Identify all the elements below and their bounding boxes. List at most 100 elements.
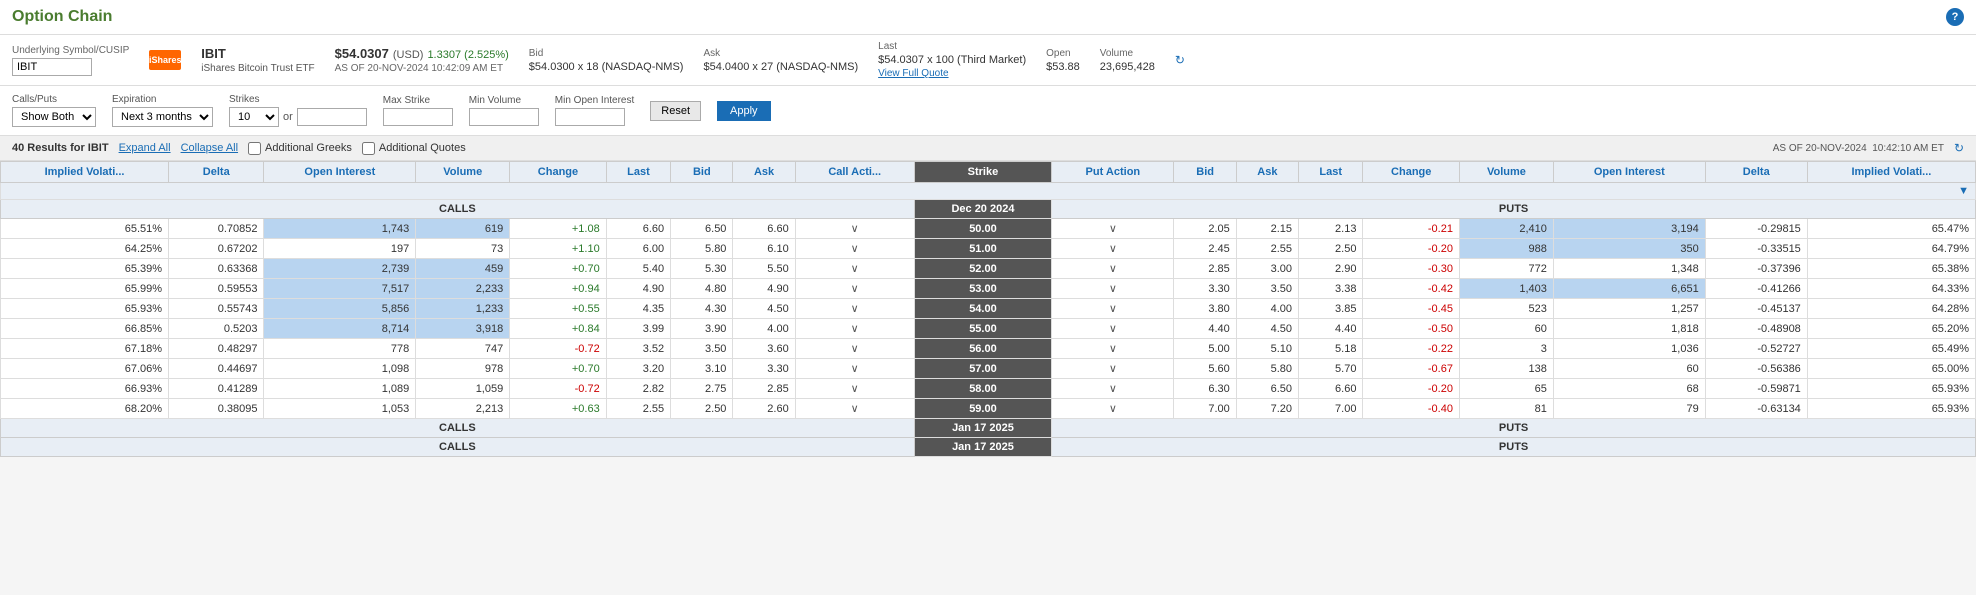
volume-call: 1,233 <box>416 299 510 319</box>
call-action[interactable]: ∨ <box>795 299 914 319</box>
volume-call: 2,213 <box>416 399 510 419</box>
expand-section-arrow[interactable]: ▼ <box>1958 185 1969 197</box>
refresh-icon[interactable]: ↻ <box>1175 53 1185 67</box>
ask-call: 6.10 <box>733 239 795 259</box>
calls-section-header: CALLS <box>1 438 915 457</box>
call-action[interactable]: ∨ <box>795 399 914 419</box>
call-action[interactable]: ∨ <box>795 279 914 299</box>
collapse-all-link[interactable]: Collapse All <box>181 142 238 154</box>
max-strike-input[interactable] <box>383 108 453 126</box>
help-icon[interactable]: ? <box>1946 8 1964 26</box>
filter-bar: Calls/Puts Show Both Calls Only Puts Onl… <box>0 86 1976 136</box>
put-action[interactable]: ∨ <box>1052 299 1174 319</box>
additional-greeks-checkbox[interactable] <box>248 142 261 155</box>
calls-puts-filter: Calls/Puts Show Both Calls Only Puts Onl… <box>12 94 96 127</box>
last-call: 4.35 <box>606 299 670 319</box>
col-put-action: Put Action <box>1052 162 1174 183</box>
implied-vol-call: 65.93% <box>1 299 169 319</box>
change-put: -0.40 <box>1363 399 1460 419</box>
call-action[interactable]: ∨ <box>795 219 914 239</box>
view-full-quote-link[interactable]: View Full Quote <box>878 68 1026 79</box>
strike-value: 58.00 <box>914 379 1052 399</box>
bid-put: 5.60 <box>1174 359 1236 379</box>
ask-value: $54.0400 x 27 (NASDAQ-NMS) <box>703 61 858 73</box>
ask-call: 3.60 <box>733 339 795 359</box>
ask-put: 5.10 <box>1236 339 1298 359</box>
ask-put: 4.00 <box>1236 299 1298 319</box>
last-put: 4.40 <box>1299 319 1363 339</box>
implied-vol-call: 66.93% <box>1 379 169 399</box>
bid-put: 7.00 <box>1174 399 1236 419</box>
results-refresh-icon[interactable]: ↻ <box>1954 141 1964 155</box>
additional-greeks-checkbox-group[interactable]: Additional Greeks <box>248 142 352 155</box>
call-action[interactable]: ∨ <box>795 359 914 379</box>
last-call: 3.20 <box>606 359 670 379</box>
col-bid-puts: Bid <box>1174 162 1236 183</box>
expiration-filter: Expiration Next 3 months Next month All <box>112 94 213 127</box>
put-action[interactable]: ∨ <box>1052 279 1174 299</box>
option-chain-table: Implied Volati... Delta Open Interest Vo… <box>0 161 1976 457</box>
col-delta-puts: Delta <box>1705 162 1807 183</box>
call-action[interactable]: ∨ <box>795 239 914 259</box>
calls-puts-select[interactable]: Show Both Calls Only Puts Only <box>12 107 96 127</box>
date-header: Dec 20 2024 <box>914 200 1052 219</box>
min-volume-input[interactable] <box>469 108 539 126</box>
last-call: 2.55 <box>606 399 670 419</box>
bid-call: 3.50 <box>671 339 733 359</box>
change-call: -0.72 <box>510 379 607 399</box>
implied-vol-call: 65.99% <box>1 279 169 299</box>
ask-put: 5.80 <box>1236 359 1298 379</box>
call-action[interactable]: ∨ <box>795 319 914 339</box>
quote-main: IBIT iShares Bitcoin Trust ETF <box>201 46 314 74</box>
put-action[interactable]: ∨ <box>1052 239 1174 259</box>
delta-put: -0.29815 <box>1705 219 1807 239</box>
etf-name: iShares Bitcoin Trust ETF <box>201 63 314 74</box>
delta-call: 0.41289 <box>169 379 264 399</box>
delta-put: -0.59871 <box>1705 379 1807 399</box>
page-title: Option Chain <box>12 8 112 26</box>
oi-call: 1,743 <box>264 219 416 239</box>
change-put: -0.50 <box>1363 319 1460 339</box>
call-action[interactable]: ∨ <box>795 259 914 279</box>
oi-put: 350 <box>1553 239 1705 259</box>
apply-button[interactable]: Apply <box>717 101 771 121</box>
max-strike-filter: Max Strike <box>383 95 453 126</box>
put-action[interactable]: ∨ <box>1052 379 1174 399</box>
ask-put: 3.50 <box>1236 279 1298 299</box>
put-action[interactable]: ∨ <box>1052 399 1174 419</box>
oi-call: 1,053 <box>264 399 416 419</box>
last-call: 6.00 <box>606 239 670 259</box>
put-action[interactable]: ∨ <box>1052 259 1174 279</box>
change-put: -0.22 <box>1363 339 1460 359</box>
volume-call: 619 <box>416 219 510 239</box>
quote-currency: (USD) <box>393 49 424 61</box>
volume-put: 988 <box>1459 239 1553 259</box>
put-action[interactable]: ∨ <box>1052 319 1174 339</box>
reset-button[interactable]: Reset <box>650 101 701 121</box>
last-call: 5.40 <box>606 259 670 279</box>
volume-put: 772 <box>1459 259 1553 279</box>
put-action[interactable]: ∨ <box>1052 339 1174 359</box>
ask-field: Ask $54.0400 x 27 (NASDAQ-NMS) <box>703 48 858 73</box>
additional-quotes-checkbox[interactable] <box>362 142 375 155</box>
symbol-input[interactable] <box>12 58 92 76</box>
call-action[interactable]: ∨ <box>795 379 914 399</box>
implied-vol-put: 65.20% <box>1807 319 1975 339</box>
change-call: -0.72 <box>510 339 607 359</box>
expand-all-link[interactable]: Expand All <box>119 142 171 154</box>
volume-put: 523 <box>1459 299 1553 319</box>
additional-greeks-label: Additional Greeks <box>265 142 352 154</box>
oi-put: 6,651 <box>1553 279 1705 299</box>
additional-quotes-checkbox-group[interactable]: Additional Quotes <box>362 142 466 155</box>
quote-datetime: AS OF 20-NOV-2024 10:42:09 AM ET <box>335 63 509 74</box>
last-put: 3.38 <box>1299 279 1363 299</box>
col-volume-puts: Volume <box>1459 162 1553 183</box>
put-action[interactable]: ∨ <box>1052 359 1174 379</box>
min-oi-input[interactable] <box>555 108 625 126</box>
min-strike-input[interactable] <box>297 108 367 126</box>
implied-vol-put: 65.00% <box>1807 359 1975 379</box>
put-action[interactable]: ∨ <box>1052 219 1174 239</box>
strikes-select[interactable]: 10 5 15 All <box>229 107 279 127</box>
call-action[interactable]: ∨ <box>795 339 914 359</box>
expiration-select[interactable]: Next 3 months Next month All <box>112 107 213 127</box>
